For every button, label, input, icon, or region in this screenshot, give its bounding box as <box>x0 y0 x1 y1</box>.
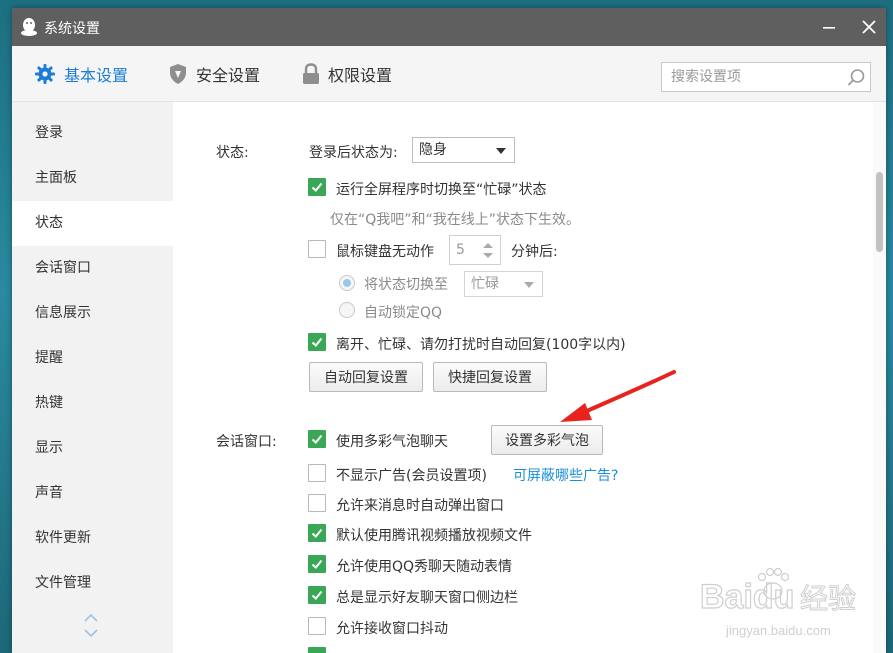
sidebar-item-hotkeys[interactable]: 热键 <box>12 381 173 426</box>
switch-status-radio[interactable] <box>339 275 355 291</box>
bubble-label: 使用多彩气泡聊天 <box>336 434 448 450</box>
idle-label: 鼠标键盘无动作 <box>336 244 434 260</box>
chat-section-label: 会话窗口: <box>216 434 277 450</box>
idle-checkbox[interactable] <box>308 240 326 258</box>
settings-window: 系统设置 基本设置 安全设置 权限设置 搜索设置项 登录 主面板 状态 会话窗口… <box>12 8 886 653</box>
set-bubble-button[interactable]: 设置多彩气泡 <box>491 425 603 455</box>
switch-status-select[interactable]: 忙碌 <box>464 271 543 297</box>
partial-checkbox[interactable] <box>308 647 326 653</box>
checkmark-icon <box>311 528 323 538</box>
checkmark-icon <box>311 434 323 444</box>
auto-lock-radio[interactable] <box>339 302 355 318</box>
checkmark-icon <box>311 182 323 192</box>
minimize-icon[interactable] <box>818 16 840 38</box>
search-box[interactable] <box>661 62 871 92</box>
shake-label: 允许接收窗口抖动 <box>336 621 448 637</box>
auto-reply-label: 离开、忙碌、请勿打扰时自动回复(100字以内) <box>336 337 626 353</box>
quick-reply-settings-button[interactable]: 快捷回复设置 <box>433 362 547 392</box>
checkmark-icon <box>311 590 323 600</box>
sidebar-show-label: 总是显示好友聊天窗口侧边栏 <box>336 590 518 606</box>
idle-minutes-stepper[interactable]: 5 <box>449 235 501 265</box>
sidebar-item-login[interactable]: 登录 <box>12 111 173 156</box>
switch-status-value: 忙碌 <box>471 276 499 292</box>
login-status-select[interactable]: 隐身 <box>412 137 515 163</box>
sidebar-item-reminder[interactable]: 提醒 <box>12 336 173 381</box>
sidebar-item-main-panel[interactable]: 主面板 <box>12 156 173 201</box>
stepper-down-icon[interactable] <box>483 253 493 258</box>
search-icon[interactable] <box>846 68 866 88</box>
title-bar[interactable]: 系统设置 <box>12 8 886 46</box>
status-section-label: 状态: <box>216 145 249 161</box>
idle-minutes-suffix: 分钟后: <box>511 244 558 260</box>
qq-show-checkbox[interactable] <box>308 555 326 573</box>
chevron-down-icon <box>524 282 534 288</box>
qq-show-label: 允许使用QQ秀聊天随动表情 <box>336 559 513 575</box>
switch-status-label: 将状态切换至 <box>364 277 448 293</box>
lock-icon <box>303 63 319 84</box>
sidebar-show-checkbox[interactable] <box>308 586 326 604</box>
tab-permission-settings[interactable]: 权限设置 <box>302 46 392 102</box>
auto-reply-checkbox[interactable] <box>308 333 326 351</box>
auto-popup-checkbox[interactable] <box>308 494 326 512</box>
no-ads-checkbox[interactable] <box>308 464 326 482</box>
close-icon[interactable] <box>858 16 880 38</box>
auto-popup-label: 允许来消息时自动弹出窗口 <box>336 498 504 514</box>
sidebar-item-status[interactable]: 状态 <box>12 201 173 246</box>
sidebar-item-software-update[interactable]: 软件更新 <box>12 516 173 561</box>
window-title: 系统设置 <box>44 21 100 37</box>
search-input[interactable] <box>662 63 842 91</box>
tencent-video-checkbox[interactable] <box>308 524 326 542</box>
idle-minutes-value: 5 <box>456 242 465 258</box>
sidebar: 登录 主面板 状态 会话窗口 信息展示 提醒 热键 显示 声音 软件更新 文件管… <box>12 102 173 653</box>
settings-content: 状态: 登录后状态为: 隐身 运行全屏程序时切换至“忙碌”状态 仅在“Q我吧”和… <box>173 102 873 653</box>
tab-basic-settings[interactable]: 基本设置 <box>34 46 128 102</box>
vertical-scrollbar[interactable] <box>873 102 886 653</box>
tab-permission-settings-label: 权限设置 <box>328 66 393 85</box>
stepper-up-icon[interactable] <box>483 243 493 248</box>
tab-basic-settings-label: 基本设置 <box>64 66 129 85</box>
shield-icon <box>170 64 186 84</box>
fullscreen-hint: 仅在“Q我吧”和“我在线上”状态下生效。 <box>330 212 581 228</box>
sidebar-item-info-display[interactable]: 信息展示 <box>12 291 173 336</box>
login-status-label: 登录后状态为: <box>309 145 398 161</box>
sidebar-item-chat-window[interactable]: 会话窗口 <box>12 246 173 291</box>
checkmark-icon <box>311 337 323 347</box>
fullscreen-busy-checkbox[interactable] <box>308 178 326 196</box>
auto-lock-label: 自动锁定QQ <box>364 305 443 321</box>
auto-reply-settings-button[interactable]: 自动回复设置 <box>309 362 423 392</box>
sidebar-item-display[interactable]: 显示 <box>12 426 173 471</box>
sidebar-scroll-arrows-icon[interactable] <box>82 610 100 640</box>
sidebar-item-file-management[interactable]: 文件管理 <box>12 561 173 606</box>
tencent-video-label: 默认使用腾讯视频播放视频文件 <box>336 528 532 544</box>
no-ads-label: 不显示广告(会员设置项) <box>336 468 487 484</box>
tab-security-settings-label: 安全设置 <box>196 66 261 85</box>
fullscreen-busy-label: 运行全屏程序时切换至“忙碌”状态 <box>336 182 547 198</box>
tab-bar: 基本设置 安全设置 权限设置 <box>12 46 886 102</box>
tab-security-settings[interactable]: 安全设置 <box>168 46 260 102</box>
blockable-ads-link[interactable]: 可屏蔽哪些广告? <box>513 465 618 485</box>
qq-penguin-icon <box>21 18 37 36</box>
gear-icon <box>35 64 55 84</box>
bubble-checkbox[interactable] <box>308 430 326 448</box>
checkmark-icon <box>311 559 323 569</box>
shake-checkbox[interactable] <box>308 617 326 635</box>
login-status-value: 隐身 <box>419 142 447 158</box>
sidebar-item-sound[interactable]: 声音 <box>12 471 173 516</box>
scrollbar-thumb[interactable] <box>876 172 883 252</box>
chevron-down-icon <box>496 148 506 154</box>
